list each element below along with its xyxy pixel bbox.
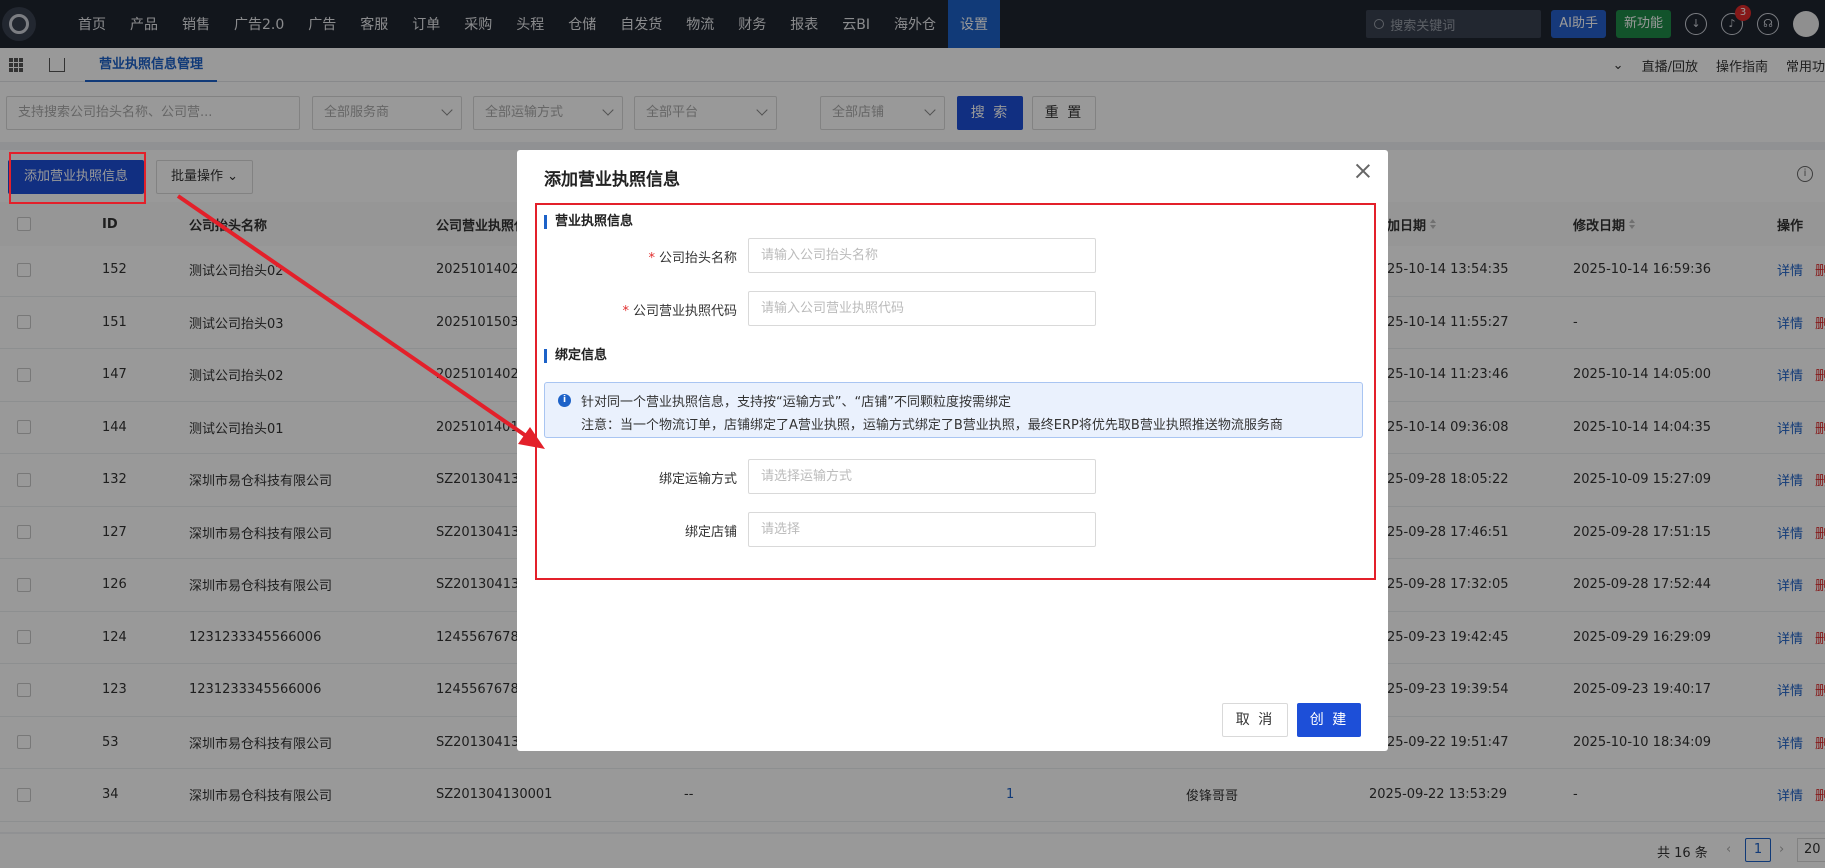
close-icon[interactable] [1354, 162, 1372, 180]
create-button[interactable]: 创 建 [1297, 703, 1361, 737]
annotation-box-form [535, 203, 1376, 580]
cancel-button[interactable]: 取 消 [1222, 703, 1288, 737]
dialog-title: 添加营业执照信息 [544, 170, 680, 190]
annotation-box-add-button [9, 152, 146, 204]
